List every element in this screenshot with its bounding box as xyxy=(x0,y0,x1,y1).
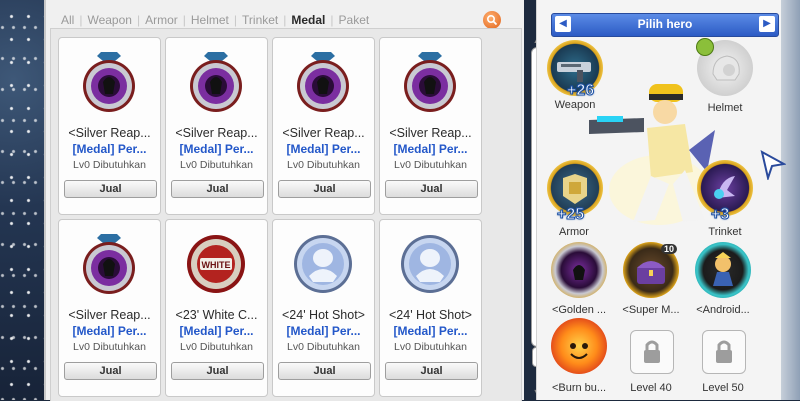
silver-reaper-medal-icon xyxy=(398,50,462,114)
item-card[interactable]: <Silver Reap... [Medal] Per... Lv0 Dibut… xyxy=(58,37,161,215)
item-requirement: Lv0 Dibutuhkan xyxy=(287,159,360,171)
item-name: <Silver Reap... xyxy=(389,126,472,140)
item-type: [Medal] Per... xyxy=(72,324,147,338)
item-card[interactable]: <Silver Reap... [Medal] Per... Lv0 Dibut… xyxy=(379,37,482,215)
item-name: <Silver Reap... xyxy=(175,126,258,140)
sell-button[interactable]: Jual xyxy=(385,362,478,380)
item-card[interactable]: WHITE <23' White C... [Medal] Per... Lv0… xyxy=(165,219,268,397)
golden-medal-icon xyxy=(573,265,585,280)
item-type: [Medal] Per... xyxy=(286,142,361,156)
item-type: [Medal] Per... xyxy=(179,142,254,156)
super-medal-badge: 10 xyxy=(661,244,678,254)
silver-reaper-medal-icon xyxy=(77,50,141,114)
helmet-label: Helmet xyxy=(707,102,743,114)
item-requirement: Lv0 Dibutuhkan xyxy=(180,159,253,171)
android-medal-slot[interactable] xyxy=(695,242,751,298)
silver-reaper-medal-icon xyxy=(184,50,248,114)
silver-reaper-medal-icon xyxy=(291,50,355,114)
lock-icon xyxy=(716,340,732,363)
hot-shot-medal-icon xyxy=(291,232,355,296)
fire-icon xyxy=(570,343,588,359)
background-right xyxy=(780,0,800,400)
android-label: <Android... xyxy=(696,304,750,316)
weapon-label: Weapon xyxy=(554,99,596,111)
item-requirement: Lv0 Dibutuhkan xyxy=(394,159,467,171)
sell-button[interactable]: Jual xyxy=(64,180,157,198)
item-grid: <Silver Reap... [Medal] Per... Lv0 Dibut… xyxy=(50,28,522,401)
filter-tab-medal[interactable]: Medal xyxy=(290,13,326,27)
item-requirement: Lv0 Dibutuhkan xyxy=(394,341,467,353)
burn-medal-slot[interactable] xyxy=(551,318,607,374)
item-type: [Medal] Per... xyxy=(393,142,468,156)
silver-reaper-medal-icon xyxy=(77,232,141,296)
chevron-left-icon[interactable]: ◀ xyxy=(555,16,571,32)
sell-button[interactable]: Jual xyxy=(171,180,264,198)
item-requirement: Lv0 Dibutuhkan xyxy=(180,341,253,353)
item-type: [Medal] Per... xyxy=(393,324,468,338)
item-type: [Medal] Per... xyxy=(72,142,147,156)
trinket-bonus: +3 xyxy=(710,206,730,224)
lock-icon xyxy=(644,340,660,363)
item-name: <24' Hot Shot> xyxy=(388,308,472,322)
item-type: [Medal] Per... xyxy=(179,324,254,338)
inventory-panel: All | Weapon | Armor | Helmet | Trinket … xyxy=(44,0,545,401)
item-card[interactable]: <24' Hot Shot> [Medal] Per... Lv0 Dibutu… xyxy=(272,219,375,397)
item-name: <23' White C... xyxy=(175,308,258,322)
item-name: <24' Hot Shot> xyxy=(281,308,365,322)
filter-tab-helmet[interactable]: Helmet xyxy=(190,13,230,27)
filter-tab-trinket[interactable]: Trinket xyxy=(241,13,279,27)
filter-tab-paket[interactable]: Paket xyxy=(338,13,371,27)
item-card[interactable]: <24' Hot Shot> [Medal] Per... Lv0 Dibutu… xyxy=(379,219,482,397)
white-medal-icon: WHITE xyxy=(184,232,248,296)
level-40-label: Level 40 xyxy=(630,382,672,394)
sell-button[interactable]: Jual xyxy=(171,362,264,380)
hero-selector: ◀ Pilih hero ▶ xyxy=(551,13,779,37)
golden-medal-slot[interactable] xyxy=(551,242,607,298)
filter-tab-all[interactable]: All xyxy=(60,13,75,27)
locked-slot-40[interactable] xyxy=(630,330,674,374)
android-icon xyxy=(713,252,733,286)
armor-bonus: +25 xyxy=(556,206,585,224)
item-type: [Medal] Per... xyxy=(286,324,361,338)
background-left xyxy=(0,0,44,400)
burn-label: <Burn bu... xyxy=(551,382,607,394)
sell-button[interactable]: Jual xyxy=(278,180,371,198)
golden-label: <Golden ... xyxy=(551,304,607,316)
filter-tab-weapon[interactable]: Weapon xyxy=(86,13,132,27)
sell-button[interactable]: Jual xyxy=(278,362,371,380)
super-label: <Super M... xyxy=(622,304,680,316)
item-name: <Silver Reap... xyxy=(282,126,365,140)
sell-button[interactable]: Jual xyxy=(64,362,157,380)
search-icon[interactable] xyxy=(483,11,501,29)
item-name: <Silver Reap... xyxy=(68,308,151,322)
cursor-icon xyxy=(760,150,788,185)
filter-tab-armor[interactable]: Armor xyxy=(144,13,179,27)
svg-text:WHITE: WHITE xyxy=(202,260,231,270)
level-50-label: Level 50 xyxy=(702,382,744,394)
item-requirement: Lv0 Dibutuhkan xyxy=(287,341,360,353)
hot-shot-medal-icon xyxy=(398,232,462,296)
item-name: <Silver Reap... xyxy=(68,126,151,140)
filter-tabs: All | Weapon | Armor | Helmet | Trinket … xyxy=(60,13,371,27)
weapon-bonus: +26 xyxy=(566,82,595,100)
helmet-badge-icon xyxy=(696,38,714,56)
item-requirement: Lv0 Dibutuhkan xyxy=(73,341,146,353)
item-requirement: Lv0 Dibutuhkan xyxy=(73,159,146,171)
hero-panel: ◀ Pilih hero ▶ +26 Weapon Helmet +25 Arm… xyxy=(536,0,781,400)
locked-slot-50[interactable] xyxy=(702,330,746,374)
chevron-right-icon[interactable]: ▶ xyxy=(759,16,775,32)
item-card[interactable]: <Silver Reap... [Medal] Per... Lv0 Dibut… xyxy=(272,37,375,215)
hero-selector-title: Pilih hero xyxy=(637,17,693,31)
item-card[interactable]: <Silver Reap... [Medal] Per... Lv0 Dibut… xyxy=(165,37,268,215)
sell-button[interactable]: Jual xyxy=(385,180,478,198)
item-card[interactable]: <Silver Reap... [Medal] Per... Lv0 Dibut… xyxy=(58,219,161,397)
trinket-label: Trinket xyxy=(708,226,742,238)
armor-label: Armor xyxy=(559,226,589,238)
